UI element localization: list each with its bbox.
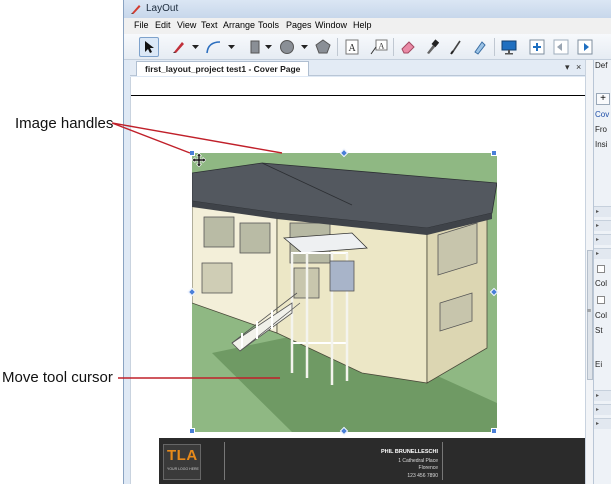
toolbar-separator (337, 38, 338, 56)
resize-handle-bottom-right[interactable] (491, 428, 497, 434)
circle-icon[interactable] (277, 37, 297, 57)
presentation-icon[interactable] (499, 37, 519, 57)
chevron-down-icon[interactable] (227, 42, 236, 51)
menu-bar: File Edit View Text Arrange Tools Pages … (124, 18, 611, 34)
address-line: 123 456 7890 (407, 473, 438, 479)
page-border (131, 95, 586, 96)
expand-icon: ▸ (596, 237, 600, 243)
tray-panel-row[interactable]: ▸ (594, 390, 611, 401)
resize-handle-bottom-left[interactable] (189, 428, 195, 434)
add-button[interactable]: + (596, 93, 610, 105)
right-tray: Def + Cov Fro Insi ▸ ▸ ▸ ▸ Col Col St Ei… (593, 60, 611, 484)
toolbar-separator (494, 38, 495, 56)
pencil-icon[interactable] (169, 37, 189, 57)
expand-icon: ▸ (596, 209, 600, 215)
tray-panel-row[interactable]: ▸ (594, 248, 611, 259)
image-handles-callout: Image handles (15, 115, 114, 132)
tab-menu-icon[interactable]: ▾ (565, 62, 570, 73)
layout-pen-icon (131, 5, 141, 14)
address-line: Florence (418, 465, 438, 471)
eyedropper-icon[interactable] (422, 37, 442, 57)
add-page-icon[interactable] (527, 37, 547, 57)
title-block: TLA YOUR LOGO HERE PHIL BRUNELLESCHI 1 C… (159, 438, 586, 484)
window-title: LayOut (146, 3, 179, 14)
house-model-image (192, 153, 497, 432)
architect-name: PHIL BRUNELLESCHI (380, 449, 438, 455)
chevron-down-icon[interactable] (300, 42, 309, 51)
expand-icon: ▸ (596, 393, 600, 399)
move-cursor-callout: Move tool cursor (2, 369, 113, 386)
text-icon[interactable]: A (342, 37, 362, 57)
previous-page-icon[interactable] (551, 37, 571, 57)
address-line: 1 Cathedral Place (398, 458, 438, 464)
tray-label: Ei (595, 360, 603, 369)
menu-help[interactable]: Help (353, 20, 372, 30)
divider (442, 442, 443, 480)
label-icon[interactable]: A (369, 37, 389, 57)
document-tab-bar: first_layout_project test1 - Cover Page … (130, 60, 585, 76)
tray-item-front[interactable]: Fro (595, 125, 607, 134)
checkbox[interactable] (597, 265, 605, 273)
tray-panel-row[interactable]: ▸ (594, 418, 611, 429)
tray-label: Col (595, 311, 608, 320)
menu-tools[interactable]: Tools (258, 20, 279, 30)
tray-label: Col (595, 279, 608, 288)
tab-cover-page[interactable]: first_layout_project test1 - Cover Page (136, 61, 310, 76)
next-page-icon[interactable] (575, 37, 595, 57)
split-icon[interactable] (446, 37, 466, 57)
logo-subtext: YOUR LOGO HERE (167, 467, 199, 471)
logo-text: TLA (167, 447, 198, 464)
tray-panel-row[interactable]: ▸ (594, 206, 611, 217)
layout-window: LayOut File Edit View Text Arrange Tools… (123, 0, 611, 484)
tla-logo: TLA YOUR LOGO HERE (163, 444, 201, 480)
tray-label: St (595, 326, 603, 335)
tray-panel-row[interactable]: ▸ (594, 220, 611, 231)
tray-item-inside[interactable]: Insi (595, 140, 607, 149)
expand-icon: ▸ (596, 421, 600, 427)
menu-pages[interactable]: Pages (286, 20, 312, 30)
expand-icon: ▸ (596, 223, 600, 229)
move-cursor-icon (192, 153, 206, 167)
tray-panel-row[interactable]: ▸ (594, 234, 611, 245)
close-icon[interactable]: × (576, 62, 581, 72)
menu-window[interactable]: Window (315, 20, 347, 30)
arc-icon[interactable] (204, 37, 224, 57)
resize-handle-top-right[interactable] (491, 150, 497, 156)
scrollbar-grip-icon: ≡ (587, 308, 592, 315)
title-bar: LayOut (124, 0, 611, 18)
checkbox[interactable] (597, 296, 605, 304)
expand-icon: ▸ (596, 251, 600, 257)
join-icon[interactable] (470, 37, 490, 57)
tray-item-cover[interactable]: Cov (595, 110, 609, 119)
menu-view[interactable]: View (177, 20, 196, 30)
svg-text:A: A (379, 42, 385, 51)
tray-panel-row[interactable]: ▸ (594, 404, 611, 415)
expand-icon: ▸ (596, 407, 600, 413)
polygon-icon[interactable] (313, 37, 333, 57)
menu-arrange[interactable]: Arrange (223, 20, 255, 30)
menu-file[interactable]: File (134, 20, 149, 30)
svg-text:A: A (349, 43, 357, 54)
document-canvas[interactable]: TLA YOUR LOGO HERE PHIL BRUNELLESCHI 1 C… (130, 77, 586, 484)
select-arrow-icon[interactable] (139, 37, 159, 57)
toolbar: A A (124, 34, 611, 60)
chevron-down-icon[interactable] (191, 42, 200, 51)
menu-edit[interactable]: Edit (155, 20, 171, 30)
divider (224, 442, 225, 480)
vertical-scrollbar[interactable]: ≡ (585, 60, 593, 484)
chevron-down-icon[interactable] (264, 42, 273, 51)
toolbar-separator (393, 38, 394, 56)
eraser-icon[interactable] (398, 37, 418, 57)
rectangle-icon[interactable] (245, 37, 265, 57)
tray-header: Def (595, 61, 608, 70)
selected-image[interactable] (187, 148, 499, 436)
menu-text[interactable]: Text (201, 20, 218, 30)
